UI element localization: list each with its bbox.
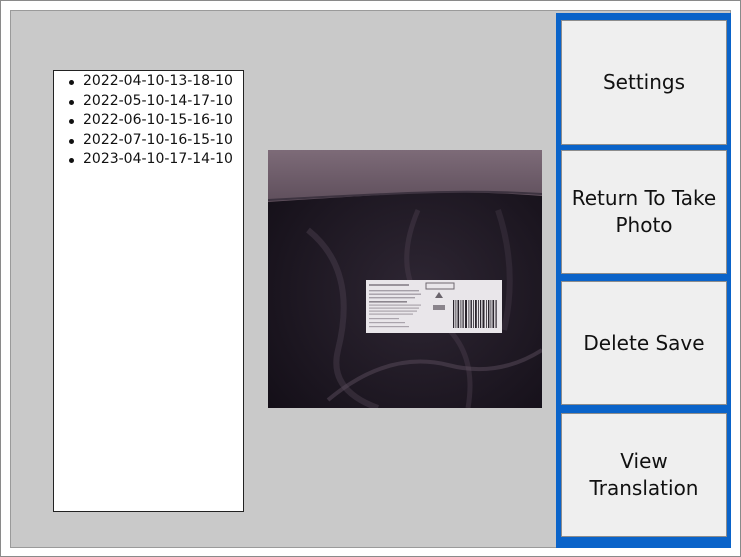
product-label <box>366 280 502 333</box>
save-list-items: 2022-04-10-13-18-10 2022-05-10-14-17-10 … <box>54 71 243 170</box>
save-list-item[interactable]: 2022-07-10-16-15-10 <box>68 131 243 151</box>
view-translation-button[interactable]: View Translation <box>561 413 727 537</box>
app-window: 2022-04-10-13-18-10 2022-05-10-14-17-10 … <box>0 0 741 557</box>
return-to-take-photo-button[interactable]: Return To Take Photo <box>561 150 727 274</box>
saved-photo <box>268 150 542 408</box>
delete-save-button[interactable]: Delete Save <box>561 281 727 405</box>
action-button-column: Settings Return To Take Photo Delete Sav… <box>556 13 731 548</box>
save-list[interactable]: 2022-04-10-13-18-10 2022-05-10-14-17-10 … <box>53 70 244 512</box>
save-list-item[interactable]: 2023-04-10-17-14-10 <box>68 150 243 170</box>
save-list-item[interactable]: 2022-06-10-15-16-10 <box>68 111 243 131</box>
save-list-item[interactable]: 2022-04-10-13-18-10 <box>68 72 243 92</box>
save-list-item[interactable]: 2022-05-10-14-17-10 <box>68 92 243 112</box>
settings-button[interactable]: Settings <box>561 20 727 145</box>
